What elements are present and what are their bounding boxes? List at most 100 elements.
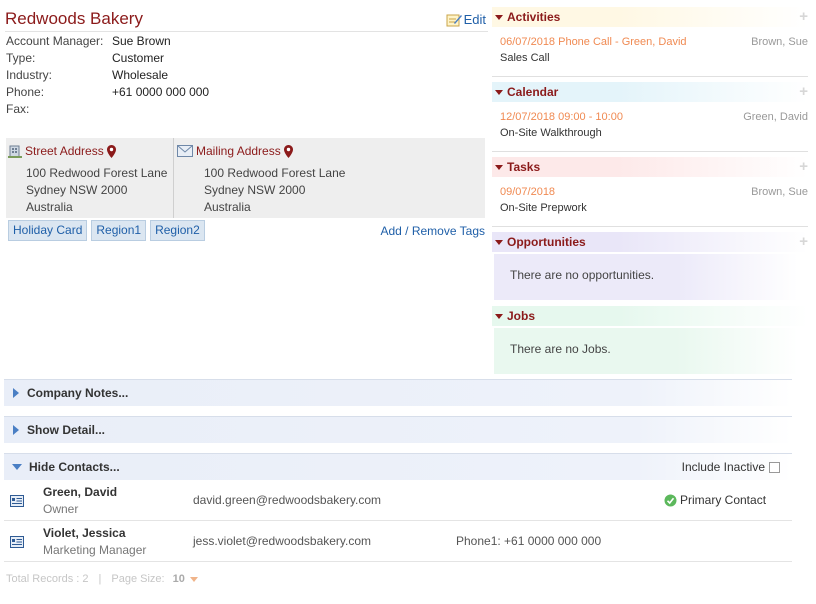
- calendar-subject: On-Site Walkthrough: [500, 127, 602, 139]
- empty-message: There are no opportunities.: [510, 268, 655, 282]
- add-remove-tags-link[interactable]: Add / Remove Tags: [380, 224, 485, 238]
- field-fax: Fax:: [6, 101, 209, 118]
- collapse-icon: [495, 239, 503, 245]
- activities-title: Activities: [507, 10, 561, 24]
- calendar-panel: Calendar + 12/07/2018 09:00 - 10:00 Gree…: [492, 82, 808, 152]
- address-panel: Street Address 100 Redwood Forest Lane S…: [6, 138, 485, 218]
- primary-contact-badge: Primary Contact: [664, 493, 766, 507]
- collapse-icon: [495, 14, 503, 20]
- mailing-address: Mailing Address 100 Redwood Forest Lane …: [175, 138, 475, 218]
- field-value: Sue Brown: [112, 34, 171, 48]
- edit-icon: [446, 14, 462, 26]
- company-header: Redwoods Bakery Edit: [5, 8, 488, 32]
- calendar-owner: Green, David: [743, 111, 808, 123]
- activity-owner: Brown, Sue: [751, 36, 808, 48]
- address-line: 100 Redwood Forest Lane: [26, 166, 168, 180]
- collapse-icon: [495, 89, 503, 95]
- street-address-lines: 100 Redwood Forest Lane Sydney NSW 2000 …: [26, 165, 167, 216]
- activity-item[interactable]: 06/07/2018 Phone Call - Green, David Bro…: [500, 36, 808, 64]
- check-circle-icon: [664, 494, 677, 506]
- total-records: Total Records : 2: [6, 573, 89, 585]
- include-inactive-checkbox[interactable]: Include Inactive: [682, 460, 780, 474]
- field-label: Fax:: [6, 102, 30, 116]
- contact-name[interactable]: Violet, Jessica: [43, 526, 126, 540]
- map-pin-icon[interactable]: [283, 144, 293, 158]
- pager-separator: |: [98, 573, 102, 585]
- jobs-panel: Jobs There are no Jobs.: [492, 306, 808, 376]
- mailing-address-header: Mailing Address: [177, 144, 293, 158]
- envelope-icon: [177, 145, 193, 157]
- tag-region1[interactable]: Region1: [91, 220, 147, 241]
- field-label: Account Manager:: [6, 34, 104, 48]
- field-phone: Phone: +61 0000 000 000: [6, 84, 209, 101]
- contact-title: Marketing Manager: [43, 543, 147, 557]
- street-address-header: Street Address: [8, 144, 116, 158]
- address-line: Australia: [26, 200, 73, 214]
- contact-card-icon[interactable]: [10, 536, 24, 548]
- activity-subject: Sales Call: [500, 52, 550, 64]
- contact-card-icon[interactable]: [10, 495, 24, 507]
- field-type: Type: Customer: [6, 50, 209, 67]
- contact-email[interactable]: jess.violet@redwoodsbakery.com: [193, 534, 371, 548]
- contact-email[interactable]: david.green@redwoodsbakery.com: [193, 493, 381, 507]
- opportunities-title: Opportunities: [507, 235, 586, 249]
- calendar-header[interactable]: Calendar +: [492, 82, 808, 102]
- hide-contacts-label: Hide Contacts...: [29, 460, 120, 474]
- primary-contact-label: Primary Contact: [680, 493, 767, 507]
- opportunities-header[interactable]: Opportunities +: [492, 232, 808, 252]
- empty-message: There are no Jobs.: [510, 342, 611, 356]
- task-subject: On-Site Prepwork: [500, 202, 587, 214]
- map-pin-icon[interactable]: [106, 144, 116, 158]
- add-event-plus-icon[interactable]: +: [799, 83, 808, 100]
- collapse-icon: [495, 313, 503, 319]
- expand-arrow-icon: [13, 388, 19, 398]
- company-notes-toggle[interactable]: Company Notes...: [4, 379, 792, 406]
- mailing-address-lines: 100 Redwood Forest Lane Sydney NSW 2000 …: [204, 165, 345, 216]
- jobs-empty: There are no Jobs.: [494, 328, 798, 374]
- collapse-arrow-icon: [12, 464, 22, 470]
- tag-holiday-card[interactable]: Holiday Card: [8, 220, 88, 241]
- tasks-panel: Tasks + 09/07/2018 Brown, Sue On-Site Pr…: [492, 157, 808, 227]
- field-industry: Industry: Wholesale: [6, 67, 209, 84]
- address-line: Sydney NSW 2000: [204, 183, 306, 197]
- edit-label: Edit: [463, 12, 486, 27]
- page-size-value: 10: [172, 573, 185, 585]
- divider: [492, 226, 808, 227]
- show-detail-toggle[interactable]: Show Detail...: [4, 416, 792, 443]
- page-size-select[interactable]: 10: [173, 573, 198, 585]
- contact-row[interactable]: Violet, Jessica Marketing Manager jess.v…: [4, 522, 792, 562]
- address-line: 100 Redwood Forest Lane: [204, 166, 346, 180]
- address-line: Sydney NSW 2000: [26, 183, 128, 197]
- add-opportunity-plus-icon[interactable]: +: [799, 233, 808, 250]
- field-value: Wholesale: [112, 68, 169, 82]
- jobs-title: Jobs: [507, 309, 536, 323]
- add-activity-plus-icon[interactable]: +: [799, 8, 808, 25]
- tasks-header[interactable]: Tasks +: [492, 157, 808, 177]
- tasks-title: Tasks: [507, 160, 541, 174]
- opportunities-panel: Opportunities + There are no opportuniti…: [492, 232, 808, 302]
- company-fields: Account Manager: Sue Brown Type: Custome…: [6, 33, 209, 118]
- expand-arrow-icon: [13, 425, 19, 435]
- checkbox-box[interactable]: [769, 461, 780, 473]
- tag-region2[interactable]: Region2: [150, 220, 205, 241]
- task-item[interactable]: 09/07/2018 Brown, Sue On-Site Prepwork: [500, 186, 808, 214]
- contact-title: Owner: [43, 502, 79, 516]
- contact-name[interactable]: Green, David: [43, 485, 117, 499]
- company-notes-label: Company Notes...: [27, 386, 129, 400]
- include-inactive-label: Include Inactive: [681, 460, 765, 474]
- mailing-address-label: Mailing Address: [196, 144, 281, 158]
- activities-panel: Activities + 06/07/2018 Phone Call - Gre…: [492, 7, 808, 77]
- calendar-title: Calendar: [507, 85, 559, 99]
- street-address-label: Street Address: [25, 144, 104, 158]
- hide-contacts-toggle[interactable]: Hide Contacts... Include Inactive: [4, 453, 792, 480]
- field-value: +61 0000 000 000: [112, 85, 210, 99]
- contact-row[interactable]: Green, David Owner david.green@redwoodsb…: [4, 481, 792, 521]
- edit-button[interactable]: Edit: [446, 12, 486, 27]
- field-label: Type:: [6, 51, 36, 65]
- add-task-plus-icon[interactable]: +: [799, 158, 808, 175]
- calendar-item[interactable]: 12/07/2018 09:00 - 10:00 Green, David On…: [500, 111, 808, 139]
- company-name: Redwoods Bakery: [5, 9, 143, 28]
- street-address: Street Address 100 Redwood Forest Lane S…: [6, 138, 174, 218]
- jobs-header[interactable]: Jobs: [492, 306, 808, 326]
- activities-header[interactable]: Activities +: [492, 7, 808, 27]
